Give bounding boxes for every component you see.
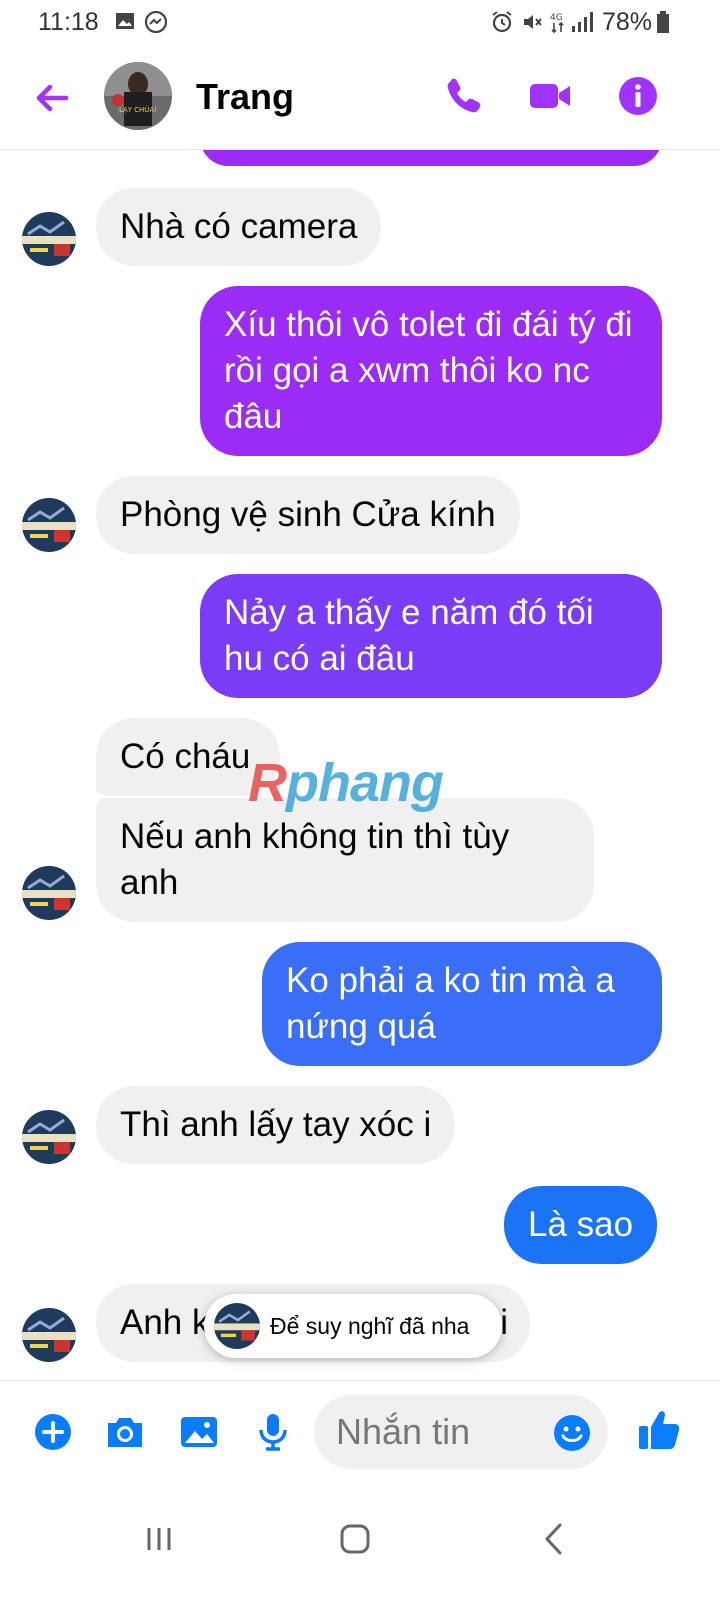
system-navigation-bar (0, 1480, 720, 1600)
plus-circle-icon[interactable] (32, 1411, 74, 1453)
alarm-icon (492, 11, 512, 33)
message-sent[interactable]: Xíu thôi vô tolet đi đái tý đi rồi gọi a… (200, 286, 662, 456)
message-list[interactable]: Nhà có camera Xíu thôi vô tolet đi đái t… (0, 150, 720, 1380)
microphone-icon[interactable] (252, 1411, 294, 1453)
signal-icon (572, 12, 593, 32)
message-sent[interactable]: Là sao (504, 1186, 658, 1264)
message-composer (0, 1380, 720, 1480)
message-received[interactable]: Thì anh lấy tay xóc i (96, 1086, 456, 1164)
chat-head-preview[interactable]: Để suy nghĩ đã nha (204, 1294, 502, 1358)
battery-percent: 78% (602, 8, 653, 36)
image-icon[interactable] (178, 1411, 220, 1453)
toast-avatar (214, 1303, 260, 1349)
smiley-icon[interactable] (552, 1413, 592, 1453)
video-camera-icon[interactable] (528, 74, 572, 118)
gallery-notification-icon (116, 13, 134, 29)
message-sent[interactable]: Ko phải a ko tin mà a nứng quá (262, 942, 662, 1066)
message-received[interactable]: Nhà có camera (96, 188, 382, 266)
toast-message: Để suy nghĩ đã nha (270, 1313, 470, 1339)
info-icon[interactable] (616, 74, 660, 118)
message-sent[interactable]: Nảy a thấy e năm đó tối hu có ai đâu (200, 574, 662, 698)
avatar-image (22, 866, 76, 920)
battery-icon (657, 11, 669, 33)
avatar-image: LẠY CHÚA! (104, 62, 172, 130)
message-text-visible-left: Anh k (120, 1303, 210, 1342)
contact-name[interactable]: Trang (196, 76, 294, 118)
avatar-image (22, 1308, 76, 1362)
contact-avatar[interactable]: LẠY CHÚA! (104, 62, 172, 130)
phone-icon[interactable] (442, 74, 486, 118)
avatar-image (22, 498, 76, 552)
back-navigation-icon[interactable] (530, 1514, 580, 1564)
thumbs-up-icon[interactable] (636, 1407, 682, 1453)
message-received[interactable]: Nếu anh không tin thì tùy anh (96, 798, 594, 922)
arrow-left-icon[interactable] (30, 76, 74, 120)
avatar-image (22, 212, 76, 266)
conversation-header: LẠY CHÚA! Trang (0, 46, 720, 150)
camera-icon[interactable] (104, 1411, 146, 1453)
avatar-caption: LẠY CHÚA! (119, 105, 157, 114)
recent-apps-icon[interactable] (134, 1514, 184, 1564)
sender-avatar[interactable] (22, 498, 76, 552)
messenger-notification-icon (144, 10, 168, 34)
svg-text:4G: 4G (550, 13, 563, 23)
sender-avatar[interactable] (22, 212, 76, 266)
sender-avatar[interactable] (22, 866, 76, 920)
message-bubble-cutoff[interactable] (200, 150, 662, 166)
avatar-image (214, 1303, 260, 1349)
status-time: 11:18 (38, 8, 99, 36)
sender-avatar[interactable] (22, 1110, 76, 1164)
message-received[interactable]: Phòng vệ sinh Cửa kính (96, 476, 520, 554)
sender-avatar[interactable] (22, 1308, 76, 1362)
mute-icon (524, 15, 542, 29)
avatar-image (22, 1110, 76, 1164)
data-4g-icon: 4G (550, 13, 564, 34)
home-icon[interactable] (330, 1514, 380, 1564)
status-bar: 11:18 4G 78% (0, 0, 720, 46)
watermark-logo: Rphang (248, 753, 444, 813)
